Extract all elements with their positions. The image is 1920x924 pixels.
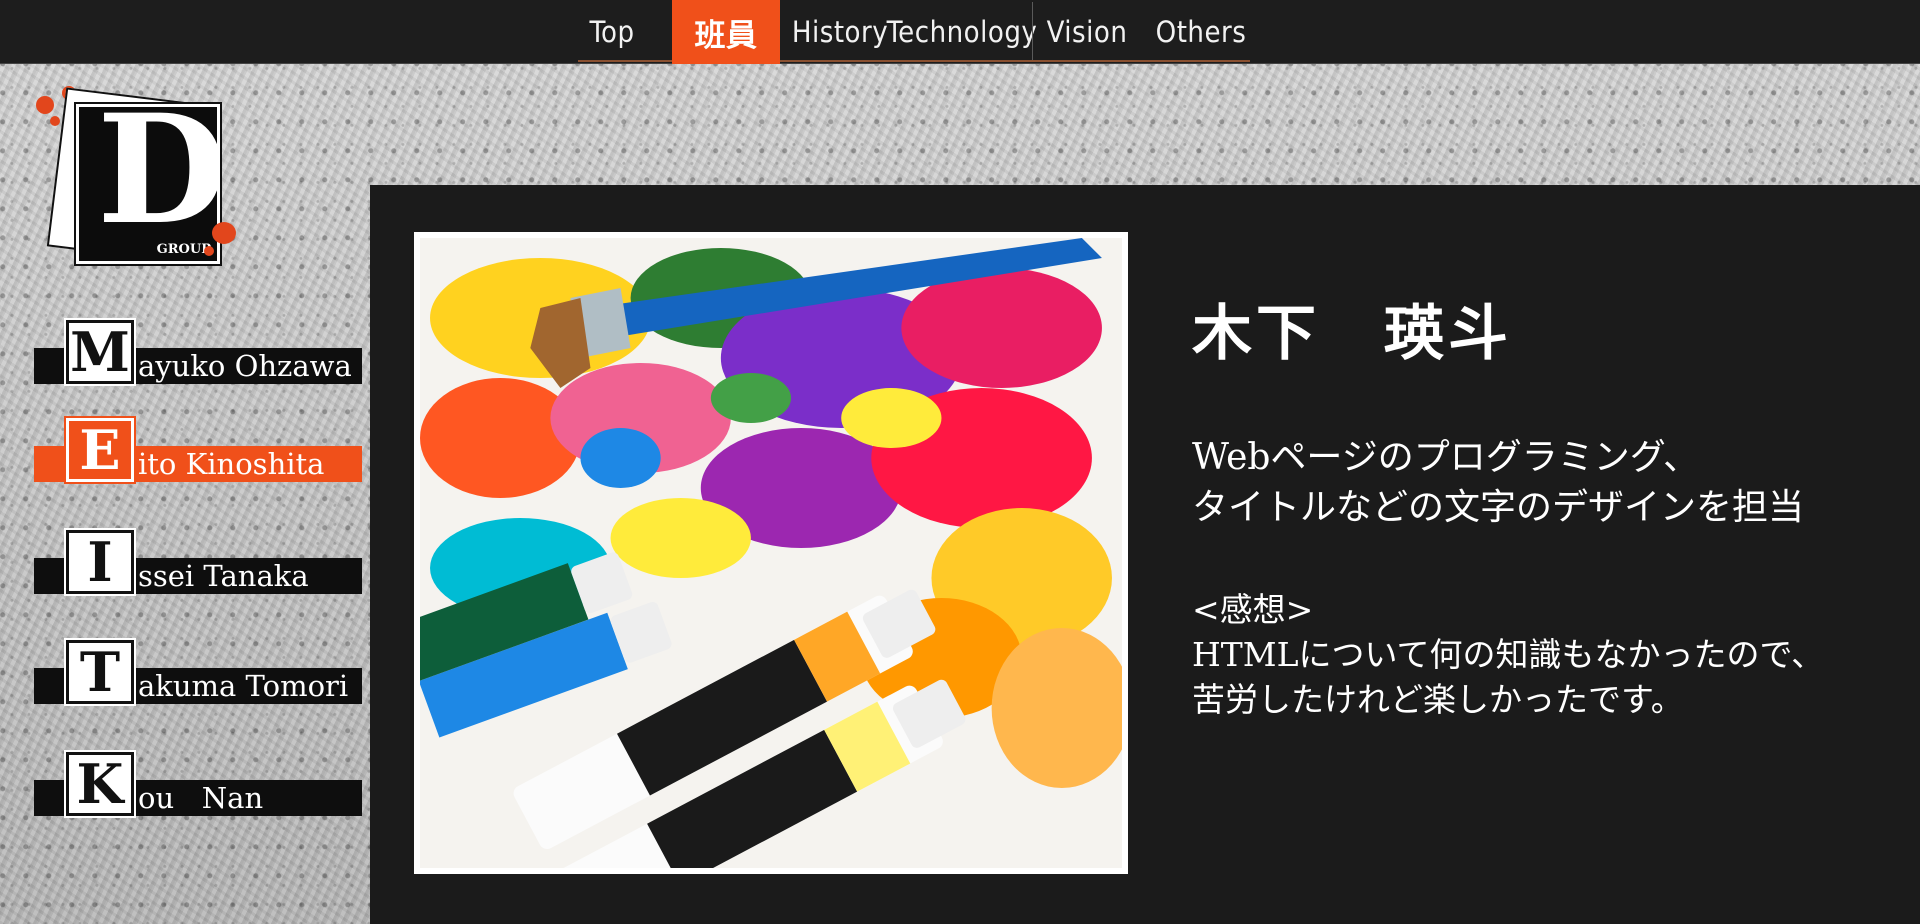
member-link-takuma[interactable]: T akuma Tomori [34, 638, 362, 710]
profile-description: Webページのプログラミング、 タイトルなどの文字のデザインを担当 [1192, 433, 1804, 533]
paint-splat [36, 96, 54, 114]
paint-splat [212, 222, 236, 244]
nav-item-members[interactable]: 班員 [672, 0, 780, 64]
nav-separator [1032, 2, 1033, 60]
member-initial: K [64, 750, 136, 818]
member-link-issei[interactable]: I ssei Tanaka [34, 528, 362, 600]
profile-panel: 木下 瑛斗 Webページのプログラミング、 タイトルなどの文字のデザインを担当 … [370, 185, 1920, 924]
nav-item-technology[interactable]: Technology [887, 0, 1037, 64]
member-name-rest: ayuko Ohzawa [138, 349, 352, 383]
member-initial: I [64, 528, 136, 596]
member-link-mayuko[interactable]: M ayuko Ohzawa [34, 318, 362, 390]
logo-subtitle: GROUP [156, 242, 211, 257]
member-initial: M [64, 318, 136, 386]
impression-line: 苦労したけれど楽しかったです。 [1192, 680, 1684, 719]
impression-heading: <感想> [1192, 590, 1314, 629]
nav-item-top[interactable]: Top [578, 0, 646, 64]
site-logo[interactable]: D GROUP [36, 86, 246, 286]
profile-name: 木下 瑛斗 [1192, 299, 1512, 369]
description-line: タイトルなどの文字のデザインを担当 [1192, 487, 1805, 528]
member-name-rest: ou Nan [138, 781, 264, 815]
nav-item-history[interactable]: History [792, 0, 888, 64]
paint-splat [204, 246, 214, 256]
impression-line: HTMLについて何の知識もなかったので、 [1192, 635, 1825, 674]
member-initial: E [64, 416, 136, 484]
member-initial: T [64, 638, 136, 706]
profile-impression: <感想> HTMLについて何の知識もなかったので、 苦労したけれど楽しかったです… [1192, 587, 1824, 722]
member-link-eito[interactable]: E ito Kinoshita [34, 416, 362, 488]
logo-letter: D [97, 104, 220, 258]
logo-card: D GROUP [74, 102, 222, 266]
profile-photo [414, 232, 1128, 874]
member-link-kou[interactable]: K ou Nan [34, 750, 362, 822]
nav-item-vision[interactable]: Vision [1046, 0, 1128, 64]
paint-splat [50, 116, 60, 126]
member-name-rest: ito Kinoshita [138, 447, 325, 481]
member-name-rest: ssei Tanaka [138, 559, 309, 593]
member-name-rest: akuma Tomori [138, 669, 349, 703]
description-line: Webページのプログラミング、 [1192, 437, 1700, 478]
paint-palette-photo-icon [420, 238, 1122, 868]
top-navigation: Top 班員 History Technology Vision Others [0, 0, 1920, 64]
nav-item-others[interactable]: Others [1152, 0, 1250, 64]
